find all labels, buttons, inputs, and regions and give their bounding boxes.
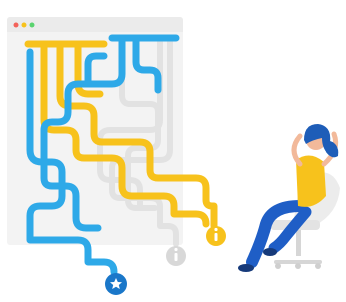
illustration-svg <box>7 17 340 295</box>
illustration-canvas <box>0 0 346 302</box>
star-badge-icon <box>105 273 127 295</box>
window-dot-yellow-icon <box>21 22 27 28</box>
window-dot-red-icon <box>13 22 19 28</box>
window-dot-green-icon <box>29 22 35 28</box>
info-badge-yellow-icon <box>206 226 226 246</box>
woman-relaxing-illustration <box>238 124 340 272</box>
info-badge-gray-icon <box>166 246 186 266</box>
